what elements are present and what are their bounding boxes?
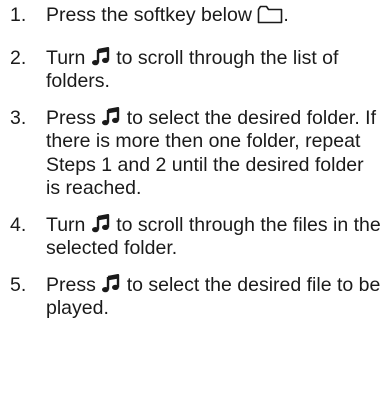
step-text-before-icon: Press <box>46 273 96 296</box>
music-note-icon <box>91 213 111 234</box>
step-number: 4. <box>10 213 27 236</box>
step-number: 1. <box>10 4 27 26</box>
step-number: 5. <box>10 273 27 296</box>
step-text-after-icon: . <box>283 4 289 26</box>
music-note-icon <box>101 106 121 127</box>
step-text-before-icon: Turn <box>46 213 86 236</box>
step-number: 2. <box>10 46 27 69</box>
instruction-page: 1. Press the softkey below . 2. Turn to … <box>0 0 387 402</box>
step-1: 1. Press the softkey below . <box>10 4 382 28</box>
step-text-before-icon: Turn <box>46 46 86 69</box>
step-number: 3. <box>10 106 27 129</box>
step-text-after-icon: to select the desired file to be played. <box>46 273 381 320</box>
step-text-before-icon: Press <box>46 106 96 129</box>
step-2: 2. Turn to scroll through the list of fo… <box>10 46 382 94</box>
step-4: 4. Turn to scroll through the files in t… <box>10 213 382 261</box>
folder-icon <box>257 5 283 24</box>
steps-list: 1. Press the softkey below . 2. Turn to … <box>10 4 382 334</box>
step-3: 3. Press to select the desired folder. I… <box>10 106 382 201</box>
step-text-before-icon: Press the softkey below <box>46 4 252 26</box>
step-text-after-icon: to select the desired folder. If there i… <box>46 106 377 200</box>
music-note-icon <box>101 273 121 294</box>
step-5: 5. Press to select the desired file to b… <box>10 273 382 321</box>
music-note-icon <box>91 46 111 67</box>
